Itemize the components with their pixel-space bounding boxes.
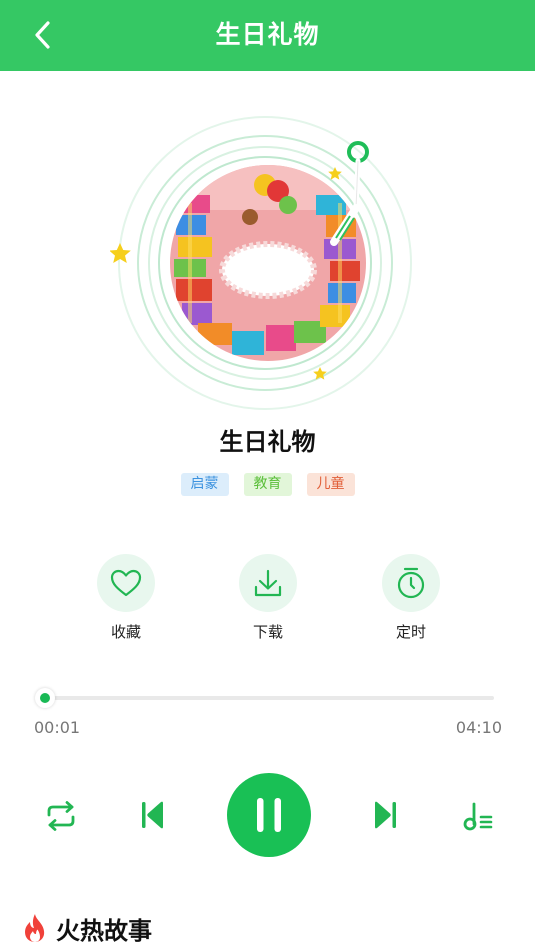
download-icon xyxy=(254,569,282,597)
heart-icon xyxy=(110,569,142,597)
timer-button[interactable]: 定时 xyxy=(381,554,441,642)
repeat-icon xyxy=(47,801,75,831)
current-time: 00:01 xyxy=(34,718,81,737)
section-title: 火热故事 xyxy=(56,916,152,945)
tag[interactable]: 教育 xyxy=(243,473,292,496)
previous-button[interactable] xyxy=(132,795,172,835)
top-bar: 生日礼物 xyxy=(0,0,535,71)
skip-next-icon xyxy=(375,801,396,829)
page-title: 生日礼物 xyxy=(215,20,320,49)
playlist-icon xyxy=(463,802,493,831)
playlist-button[interactable] xyxy=(456,795,498,837)
star-icon xyxy=(110,243,131,263)
timer-label: 定时 xyxy=(395,623,426,641)
pause-icon xyxy=(257,798,281,832)
favorite-label: 收藏 xyxy=(110,623,141,641)
song-title: 生日礼物 xyxy=(219,428,316,456)
tag-list: 启蒙 教育 儿童 xyxy=(0,473,535,496)
flame-icon xyxy=(25,914,45,942)
tag[interactable]: 儿童 xyxy=(306,473,355,496)
progress-thumb[interactable] xyxy=(35,688,55,708)
hot-stories-header: 火热故事 xyxy=(22,910,152,946)
total-time: 04:10 xyxy=(455,718,502,737)
download-label: 下载 xyxy=(252,623,283,641)
progress-bar[interactable] xyxy=(43,696,494,700)
next-button[interactable] xyxy=(366,795,406,835)
tag[interactable]: 启蒙 xyxy=(180,473,229,496)
repeat-button[interactable] xyxy=(40,795,82,837)
favorite-button[interactable]: 收藏 xyxy=(96,554,156,642)
skip-previous-icon xyxy=(142,801,163,829)
tonearm xyxy=(330,141,369,246)
download-button[interactable]: 下载 xyxy=(238,554,298,642)
timer-icon xyxy=(397,567,425,599)
pause-button[interactable] xyxy=(227,773,311,857)
